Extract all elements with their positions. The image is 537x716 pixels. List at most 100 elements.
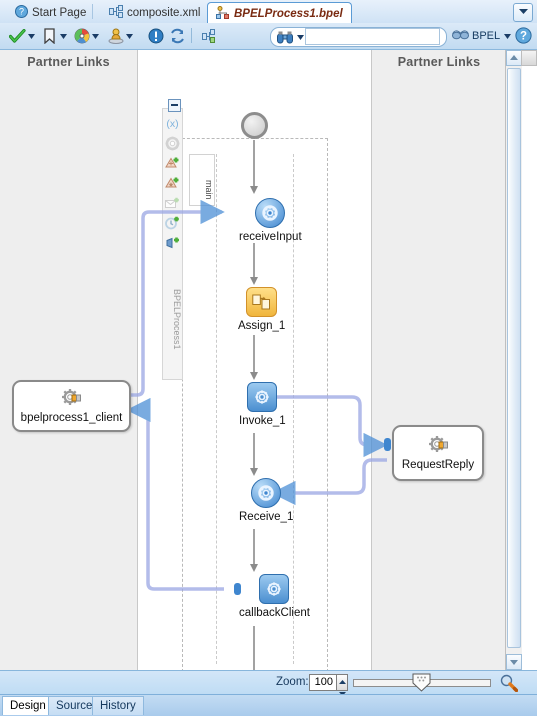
node-Assign_1[interactable]: Assign_1 (238, 287, 285, 332)
composite-view-button[interactable] (200, 26, 219, 46)
node-Invoke_1[interactable]: Invoke_1 (239, 382, 286, 427)
help-circle-icon: ? (515, 27, 532, 44)
scope-main[interactable]: main (189, 154, 215, 206)
validate-button[interactable] (8, 26, 36, 46)
node-label: Receive_1 (239, 511, 294, 523)
chevron-down-icon[interactable] (91, 27, 100, 46)
node-start-event[interactable] (241, 112, 268, 139)
exclamation-circle-icon (146, 27, 165, 46)
node-label: callbackClient (239, 607, 310, 619)
glasses-icon (452, 29, 469, 43)
tab-design[interactable]: Design (2, 696, 54, 715)
composite-green-icon (200, 27, 219, 46)
editor-tab-start-page[interactable]: ? Start Page (6, 2, 95, 23)
deploy-icon (106, 27, 125, 46)
zoom-label: Zoom: (276, 676, 309, 688)
invoke-activity-icon (259, 574, 290, 604)
process-gutter-strip: (x) BPELProcess1 (162, 98, 183, 380)
node-Receive_1[interactable]: Receive_1 (239, 478, 293, 523)
search-input[interactable] (306, 29, 439, 44)
node-label: Invoke_1 (239, 415, 286, 427)
bpel-designer-window: ? Start Page composite.xml BPELProcess1.… (0, 0, 537, 716)
chevron-down-icon (518, 7, 529, 19)
zoom-input[interactable]: 100 (309, 674, 337, 691)
scroll-up-arrow-icon[interactable] (506, 50, 522, 66)
bpel-diagram-canvas[interactable]: Partner Links Partner Links (x) BPELProc… (0, 50, 537, 708)
spinner-up-icon[interactable] (338, 675, 346, 687)
editor-tab-composite-xml[interactable]: composite.xml (100, 2, 210, 23)
zoom-bar: Zoom: 100 (0, 670, 537, 696)
editor-tab-label: Start Page (32, 7, 87, 19)
editor-tab-label: composite.xml (127, 7, 201, 19)
variables-xyz-icon[interactable]: (x) (163, 113, 182, 133)
tab-separator (92, 4, 93, 19)
zoom-stepper[interactable] (337, 674, 348, 696)
partner-links-right-title: Partner Links (397, 55, 481, 69)
partner-link-gear-icon (428, 435, 449, 458)
scroll-down-arrow-icon[interactable] (506, 654, 522, 670)
partner-link-label: bpelprocess1_client (20, 412, 123, 424)
scope-selector[interactable]: BPEL (452, 27, 512, 45)
partner-link-label: RequestReply (401, 459, 475, 471)
zoom-slider-thumb[interactable] (412, 673, 431, 692)
editor-tab-strip: ? Start Page composite.xml BPELProcess1.… (0, 0, 537, 25)
help-button[interactable]: ? (515, 27, 532, 44)
refresh-arrows-icon (168, 27, 187, 46)
chevron-down-icon[interactable] (27, 27, 36, 46)
assign-activity-icon (246, 287, 278, 317)
editor-view-tabs: Design Source History (0, 694, 537, 716)
magnifier-icon[interactable] (500, 674, 519, 693)
node-callbackClient[interactable]: callbackClient (239, 574, 310, 619)
node-receiveInput[interactable]: receiveInput (239, 198, 302, 243)
scrollbar-thumb[interactable] (507, 68, 521, 648)
palette-button[interactable] (72, 26, 100, 46)
chevron-down-icon[interactable] (125, 27, 134, 46)
canvas-vertical-scrollbar[interactable] (505, 50, 522, 670)
process-name-label: BPELProcess1 (172, 288, 182, 350)
bpel-process-icon (216, 6, 230, 22)
partner-links-right-panel: Partner Links (371, 50, 506, 670)
partner-links-left-panel: Partner Links (0, 50, 138, 670)
tab-overflow-menu[interactable] (513, 3, 533, 22)
node-label: receiveInput (239, 231, 302, 243)
message-add-icon[interactable] (163, 193, 182, 213)
scope-name-label: main (204, 180, 214, 200)
correlation-add-icon[interactable] (163, 153, 182, 173)
receive-activity-icon (251, 478, 282, 508)
scope-selector-label: BPEL (472, 30, 501, 42)
svg-text:?: ? (19, 7, 24, 17)
deploy-button[interactable] (106, 26, 134, 46)
editor-tab-bpelprocess1-bpel[interactable]: BPELProcess1.bpel (207, 2, 352, 25)
bookmark-icon (40, 27, 59, 46)
start-event-circle (241, 112, 268, 139)
scrollbar-corner (521, 50, 537, 66)
gear-icon[interactable] (163, 133, 182, 153)
help-circle-icon: ? (15, 5, 28, 21)
process-collapse-button[interactable] (165, 95, 184, 115)
tab-history[interactable]: History (92, 696, 144, 715)
search-input-wrapper[interactable] (305, 28, 440, 45)
receive-activity-icon (255, 198, 286, 228)
svg-text:?: ? (520, 30, 527, 42)
svg-text:(x): (x) (166, 118, 178, 130)
color-palette-icon (72, 27, 91, 46)
error-info-button[interactable] (146, 26, 165, 46)
fault-add-icon[interactable] (163, 233, 182, 253)
partner-links-left-title: Partner Links (27, 55, 110, 69)
invoke-activity-icon (247, 382, 278, 412)
refresh-button[interactable] (168, 26, 187, 46)
chevron-down-icon[interactable] (503, 27, 512, 46)
partner-link-requestreply[interactable]: RequestReply (392, 425, 484, 481)
chevron-down-icon[interactable] (59, 27, 68, 46)
timer-add-icon[interactable] (163, 213, 182, 233)
sensor-add-icon[interactable] (163, 173, 182, 193)
editor-tab-label: BPELProcess1.bpel (234, 8, 343, 20)
partner-link-gear-icon (61, 388, 82, 411)
partner-link-bpelprocess1-client[interactable]: bpelprocess1_client (12, 380, 131, 432)
chevron-down-icon[interactable] (296, 28, 305, 47)
editor-toolbar: BPEL ? (0, 23, 537, 50)
node-label: Assign_1 (238, 320, 286, 332)
green-check-icon (8, 27, 27, 46)
binoculars-icon[interactable] (277, 31, 293, 44)
bookmark-button[interactable] (40, 26, 68, 46)
